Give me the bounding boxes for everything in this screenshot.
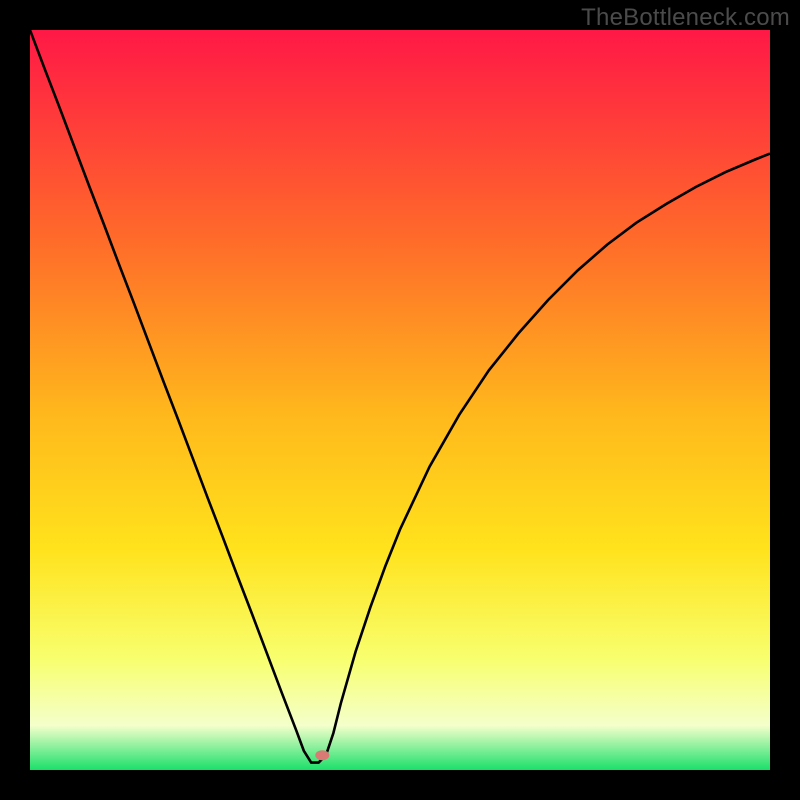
plot-area [30,30,770,770]
optimum-marker [315,750,329,760]
gradient-background [30,30,770,770]
watermark-text: TheBottleneck.com [581,4,790,32]
chart-frame: TheBottleneck.com [0,0,800,800]
chart-svg [30,30,770,770]
